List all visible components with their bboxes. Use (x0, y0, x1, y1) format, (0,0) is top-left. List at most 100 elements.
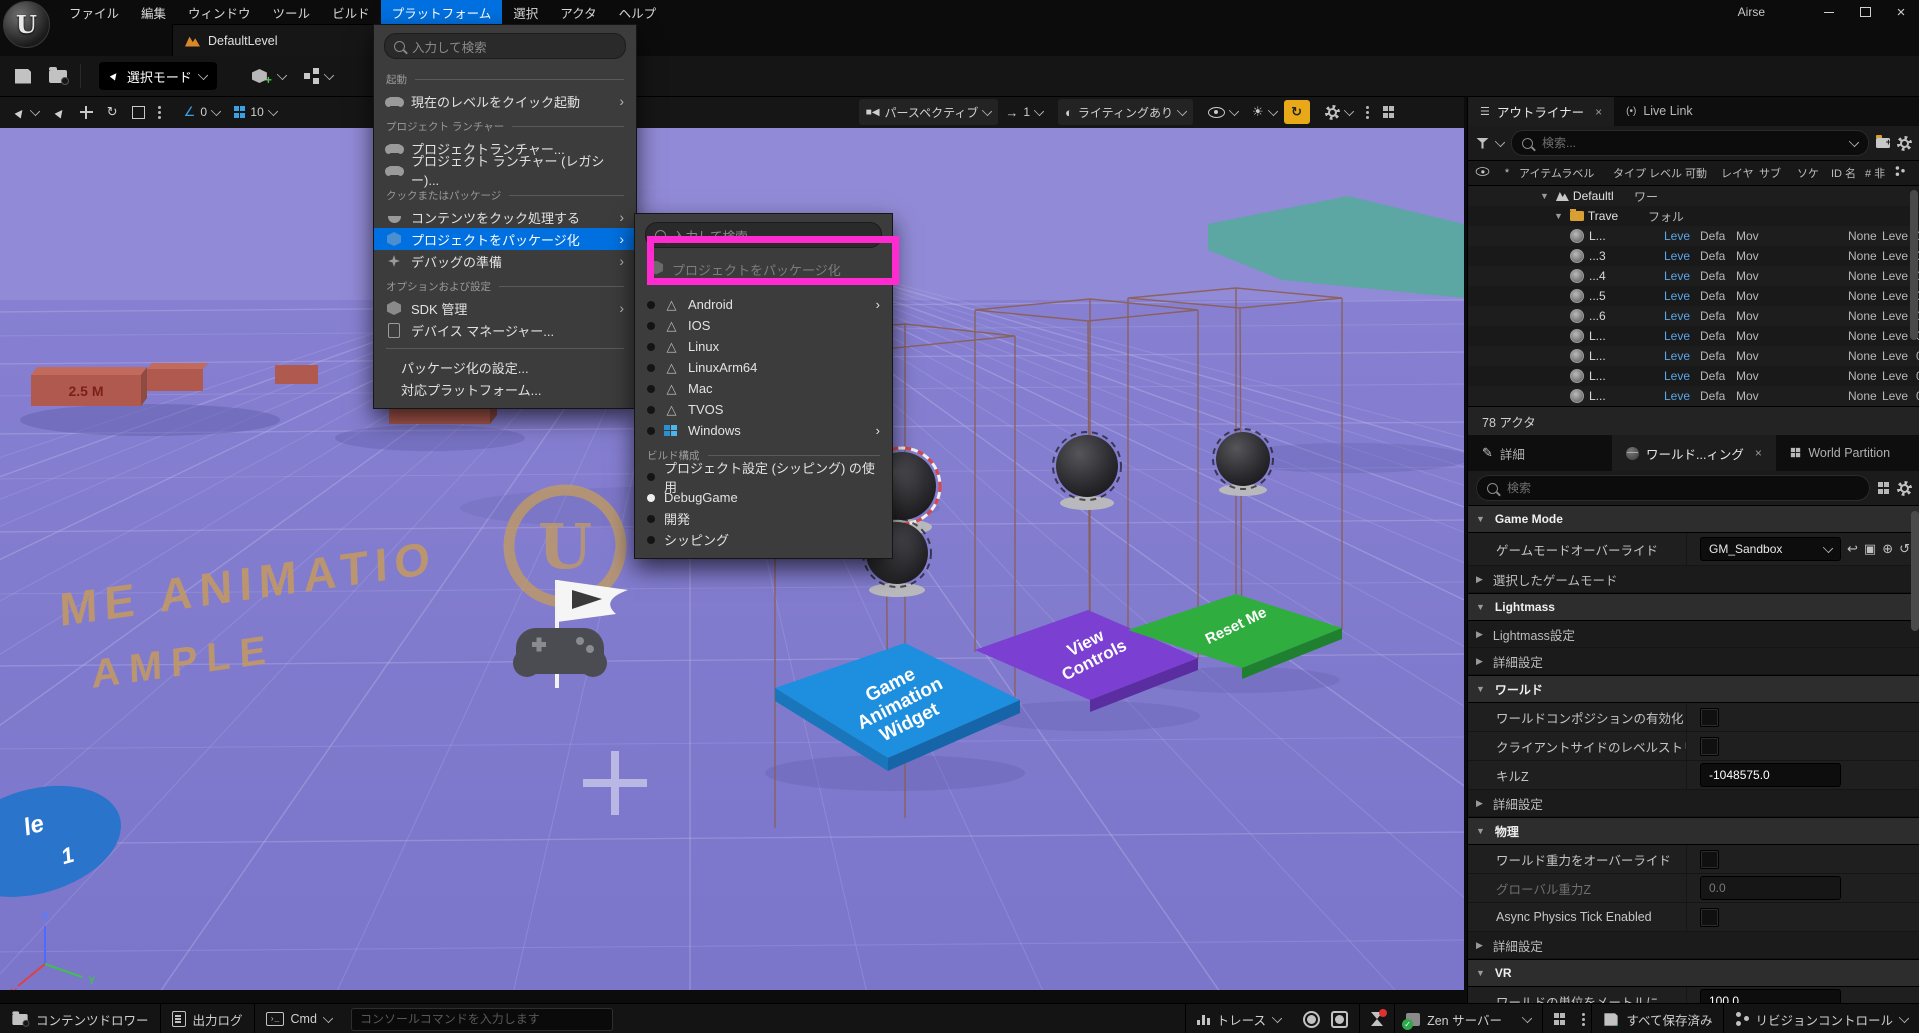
level-link[interactable]: Leve (1664, 289, 1690, 303)
row-selected-game-mode[interactable]: ▶選択したゲームモード (1468, 566, 1919, 593)
rotate-tool-button[interactable]: ↻ (100, 99, 125, 125)
client-streaming-checkbox[interactable] (1700, 737, 1719, 756)
outliner-row-actor[interactable]: L... Leve Defa Mov None Leve 0 (1468, 346, 1919, 366)
close-icon[interactable]: × (1595, 105, 1602, 119)
menu-item-project-launcher-legacy[interactable]: プロジェクト ランチャー (レガシー)... (374, 159, 636, 181)
insights-button[interactable] (1292, 1004, 1331, 1033)
scale-tool-button[interactable] (125, 99, 152, 125)
menu-item-prepare-debug[interactable]: デバッグの準備› (374, 250, 636, 272)
expand-arrow-icon[interactable]: ▼ (1540, 191, 1549, 201)
menu-actor[interactable]: アクタ (549, 0, 607, 24)
add-actor-dropdown[interactable]: + (243, 56, 295, 96)
link-column[interactable] (1892, 164, 1916, 182)
submenu-item-platform[interactable]: △ LinuxArm64 › (635, 357, 892, 378)
menu-build[interactable]: ビルド (321, 0, 381, 24)
outliner-row-actor[interactable]: ...6 Leve Defa Mov None Leve 0 (1468, 306, 1919, 326)
submenu-item-platform[interactable]: △ Mac › (635, 378, 892, 399)
camera-speed-dropdown[interactable]: →1 (998, 99, 1050, 125)
section-game-mode[interactable]: ▼Game Mode (1468, 505, 1919, 533)
outliner-settings-icon[interactable] (1897, 136, 1912, 151)
details-search-input[interactable] (1505, 480, 1859, 496)
unreal-logo-icon[interactable]: U (3, 1, 50, 48)
menu-item-cook-content[interactable]: コンテンツをクック処理する› (374, 206, 636, 228)
viewport-more-icon[interactable] (1366, 111, 1369, 114)
level-link[interactable]: Leve (1664, 269, 1690, 283)
filter-icon[interactable] (1476, 138, 1489, 149)
menu-item-packaging-settings[interactable]: パッケージ化の設定... (374, 356, 636, 378)
more-tools-icon[interactable] (158, 111, 161, 114)
eye-icon[interactable] (1475, 167, 1489, 176)
submenu-item-platform[interactable]: △ Windows › (635, 420, 892, 441)
tab-outliner[interactable]: ☰ アウトライナー × (1468, 96, 1614, 126)
content-drawer-button[interactable]: コンテンツドロワー (0, 1004, 160, 1033)
menu-file[interactable]: ファイル (58, 0, 130, 24)
zen-server-dropdown[interactable]: Zen サーバー (1395, 1004, 1542, 1033)
effects-dropdown[interactable]: ☀ (1245, 99, 1284, 125)
submenu-item-platform[interactable]: △ IOS › (635, 315, 892, 336)
details-scrollbar[interactable] (1911, 511, 1919, 631)
outliner-row-actor[interactable]: ...5 Leve Defa Mov None Leve 0 (1468, 286, 1919, 306)
grid-snap-dropdown[interactable]: 10 (227, 99, 284, 125)
game-mode-dropdown[interactable]: GM_Sandbox (1700, 537, 1841, 561)
details-settings-icon[interactable] (1897, 481, 1912, 496)
level-link[interactable]: Leve (1664, 229, 1690, 243)
menu-help[interactable]: ヘルプ (608, 0, 668, 24)
view-mode-dropdown[interactable]: ◐ライティングあり (1058, 99, 1193, 125)
chevron-down-icon[interactable] (1849, 136, 1859, 146)
menu-platforms[interactable]: プラットフォーム (381, 0, 503, 24)
section-lightmass[interactable]: ▼Lightmass (1468, 593, 1919, 621)
outliner-row-actor[interactable]: L... Leve Defa Mov None Leve 0 (1468, 366, 1919, 386)
menu-item-sdk[interactable]: SDK 管理› (374, 297, 636, 319)
move-tool-button[interactable] (73, 99, 100, 125)
outliner-row-actor[interactable]: ...3 Leve Defa Mov None Leve 0 (1468, 246, 1919, 266)
level-link[interactable]: Leve (1664, 249, 1690, 263)
details-search[interactable] (1476, 475, 1870, 501)
level-link[interactable]: Leve (1664, 369, 1690, 383)
rotation-snap-dropdown[interactable]: ∠0 (177, 99, 227, 125)
realtime-toggle[interactable]: ↻ (1284, 100, 1310, 124)
menu-select[interactable]: 選択 (502, 0, 549, 24)
trace-dropdown[interactable]: トレース (1186, 1004, 1292, 1033)
level-link[interactable]: Leve (1664, 389, 1690, 403)
more-status-icon[interactable] (1582, 1018, 1585, 1021)
level-link[interactable]: Leve (1664, 349, 1690, 363)
menu-tools[interactable]: ツール (262, 0, 322, 24)
outliner-row-actor[interactable]: L... Leve Defa Mov None Leve 0 (1468, 326, 1919, 346)
show-flags-dropdown[interactable] (1201, 99, 1245, 125)
gravity-override-checkbox[interactable] (1700, 850, 1719, 869)
select-tool-button[interactable]: ► (46, 99, 73, 125)
save-button[interactable] (6, 56, 40, 96)
outliner-row-folder[interactable]: ▼Trave フォル (1468, 206, 1919, 226)
async-physics-checkbox[interactable] (1700, 908, 1719, 927)
menu-item-quick-launch[interactable]: 現在のレベルをクイック起動› (374, 90, 636, 112)
outliner-row-actor[interactable]: L... Leve Defa Mov None Leve 0 (1468, 226, 1919, 246)
section-physics[interactable]: ▼物理 (1468, 817, 1919, 845)
chevron-down-icon[interactable] (1495, 136, 1505, 146)
menu-window[interactable]: ウィンドウ (177, 0, 262, 24)
outliner-row-actor[interactable]: ...4 Leve Defa Mov None Leve 0 (1468, 266, 1919, 286)
close-icon[interactable]: × (1755, 446, 1762, 460)
task-status-button[interactable] (1360, 1004, 1394, 1033)
section-vr[interactable]: ▼VR (1468, 959, 1919, 987)
outliner-row-actor[interactable]: L... Leve Defa Mov None Leve 0 (1468, 386, 1919, 406)
row-advanced[interactable]: ▶詳細設定 (1468, 648, 1919, 675)
use-selected-icon[interactable]: ↩ (1847, 541, 1858, 557)
outliner-search-input[interactable] (1540, 135, 1843, 151)
submenu-item-platform[interactable]: △ Android › (635, 294, 892, 315)
add-folder-icon[interactable] (1876, 138, 1890, 148)
world-composition-checkbox[interactable] (1700, 708, 1719, 727)
close-button[interactable]: × (1883, 0, 1919, 24)
world-to-meters-field[interactable]: 100.0 (1700, 989, 1841, 1003)
menu-item-device-manager[interactable]: デバイス マネージャー... (374, 319, 636, 341)
derived-data-button[interactable] (1543, 1004, 1576, 1033)
perspective-dropdown[interactable]: ■◀パースペクティブ (859, 99, 999, 125)
submenu-search[interactable]: 入力して検索 (645, 222, 882, 248)
section-world[interactable]: ▼ワールド (1468, 675, 1919, 703)
add-icon[interactable]: ⊕ (1882, 541, 1893, 557)
level-tab[interactable]: DefaultLevel (172, 24, 376, 57)
row-advanced[interactable]: ▶詳細設定 (1468, 790, 1919, 817)
global-gravity-field[interactable]: 0.0 (1700, 876, 1841, 900)
expand-arrow-icon[interactable]: ▼ (1554, 211, 1563, 221)
viewport-settings-dropdown[interactable] (1318, 99, 1360, 125)
editor-mode-dropdown[interactable]: ► 選択モード (99, 62, 217, 90)
